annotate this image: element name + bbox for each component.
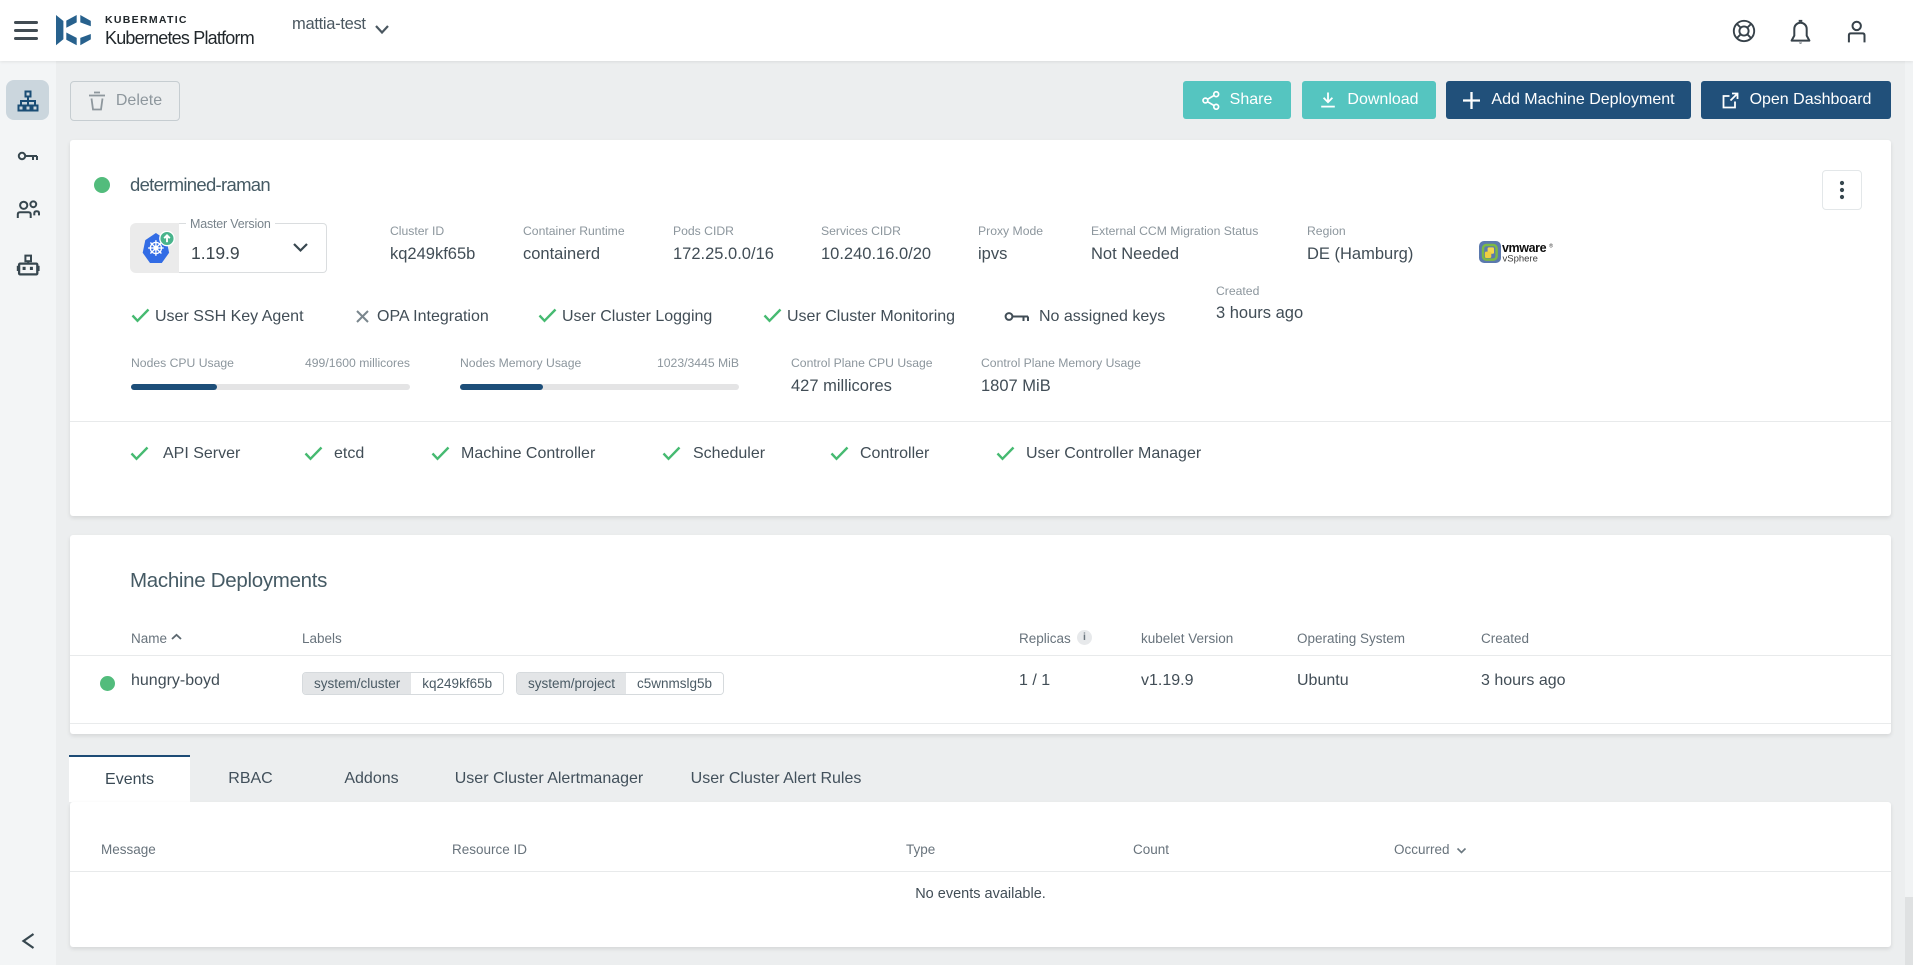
svg-text:®: ® (1549, 243, 1553, 250)
svg-text:vSphere: vSphere (1503, 254, 1538, 265)
